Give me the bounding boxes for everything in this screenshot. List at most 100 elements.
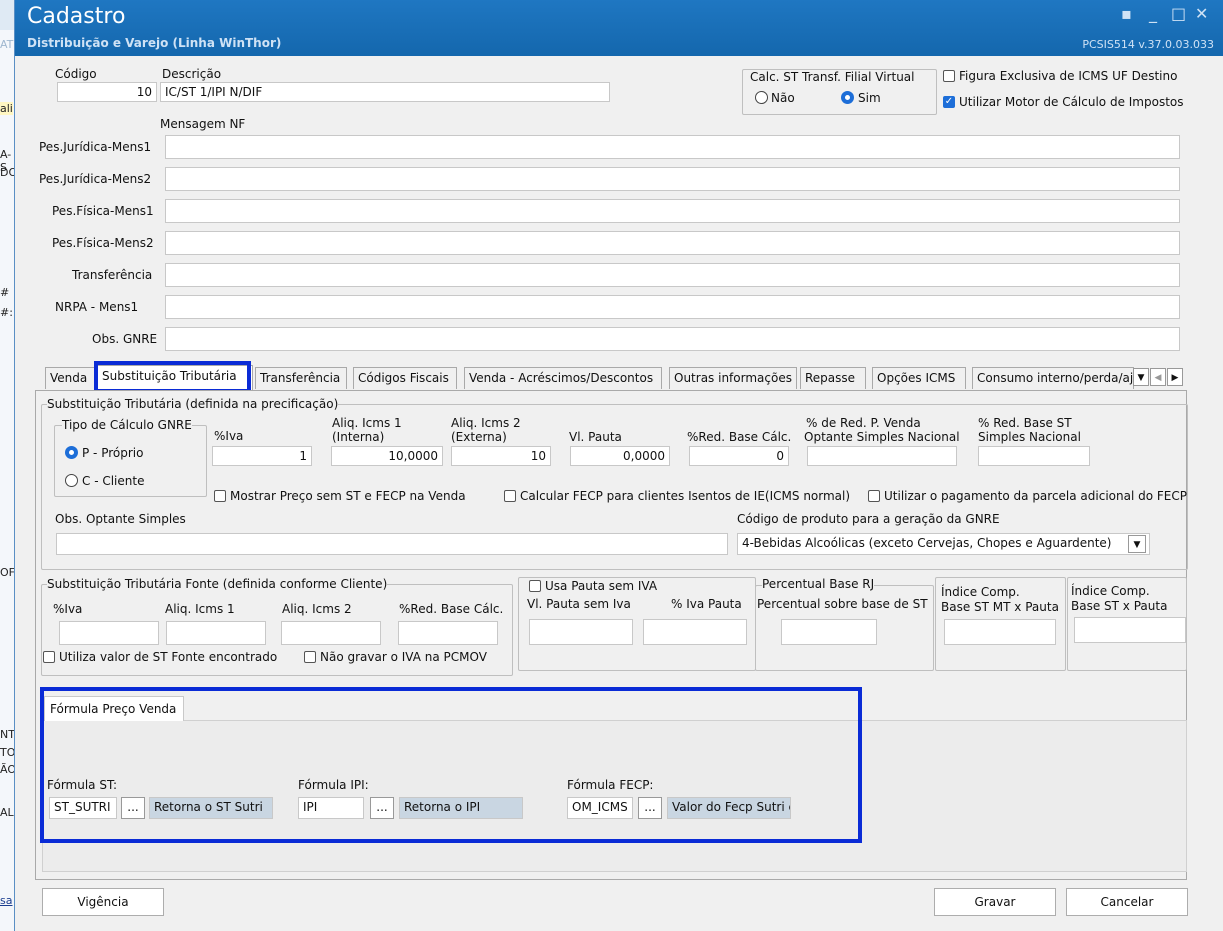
tab-codigos-fiscais[interactable]: Códigos Fiscais [353, 367, 457, 389]
window-subtitle: Distribuição e Varejo (Linha WinThor) [27, 36, 282, 50]
stf-aliq1-input[interactable] [166, 621, 266, 645]
tab-transferencia[interactable]: Transferência [255, 367, 347, 389]
stf-aliq2-input[interactable] [281, 621, 381, 645]
tab-opcoes-icms[interactable]: Opções ICMS [872, 367, 966, 389]
vl-pauta-input[interactable] [529, 619, 633, 645]
aliq1-input[interactable]: 10,0000 [331, 446, 443, 466]
utiliza-valor-checkbox[interactable] [43, 651, 55, 663]
descricao-input[interactable]: IC/ST 1/IPI N/DIF [160, 82, 610, 102]
window-title: Cadastro [27, 4, 126, 29]
bg-text: # [0, 286, 10, 299]
message-label: Pes.Jurídica-Mens2 [39, 172, 152, 186]
usa-pauta-checkbox[interactable] [529, 580, 541, 592]
message-input[interactable] [165, 135, 1180, 159]
indice-mt-sublabel: Base ST MT x Pauta [941, 600, 1059, 614]
stf-redbase-input[interactable] [398, 621, 498, 645]
radio-cliente-label: C - Cliente [82, 474, 145, 488]
cancelar-button[interactable]: Cancelar [1066, 888, 1188, 916]
base-rj-label: Percentual sobre base de ST [757, 597, 928, 611]
calc-st-label: Calc. ST Transf. Filial Virtual [750, 70, 915, 84]
redvenda-input[interactable] [807, 446, 957, 466]
stf-iva-input[interactable] [59, 621, 159, 645]
cadastro-window: Cadastro Distribuição e Varejo (Linha Wi… [14, 0, 1223, 931]
gnre-select[interactable]: 4-Bebidas Alcoólicas (exceto Cervejas, C… [737, 533, 1150, 555]
tab-dropdown-icon[interactable]: ▼ [1133, 368, 1149, 386]
minimize-icon[interactable]: _ [1149, 4, 1157, 23]
motor-label: Utilizar Motor de Cálculo de Impostos [959, 95, 1184, 109]
aliq1-sublabel: (Interna) [332, 430, 385, 444]
calcular-fecp-checkbox[interactable] [504, 490, 516, 502]
aliq1-label: Aliq. Icms 1 [332, 416, 402, 430]
base-rj-input[interactable] [781, 619, 877, 645]
codigo-label: Código [55, 67, 97, 81]
tab-outras-informacoes[interactable]: Outras informações [669, 367, 797, 389]
close-icon[interactable]: ✕ [1195, 4, 1208, 23]
pauta-label: Vl. Pauta [569, 430, 622, 444]
gnre-label: Código de produto para a geração da GNRE [737, 512, 1000, 526]
redbase-input[interactable]: 0 [689, 446, 789, 466]
gravar-button[interactable]: Gravar [934, 888, 1056, 916]
tab-scroll-left-icon[interactable]: ◀ [1150, 368, 1166, 386]
radio-sim[interactable] [841, 91, 854, 104]
utiliza-valor-label: Utiliza valor de ST Fonte encontrado [59, 650, 278, 664]
message-input[interactable] [165, 231, 1180, 255]
chevron-down-icon[interactable]: ▼ [1128, 535, 1146, 553]
obs-optante-input[interactable] [56, 533, 728, 555]
highlight-formula-box [40, 687, 862, 843]
message-label: NRPA - Mens1 [55, 300, 139, 314]
radio-nao-label: Não [771, 91, 795, 105]
message-input[interactable] [165, 327, 1180, 351]
radio-proprio[interactable] [65, 446, 78, 459]
message-label: Obs. GNRE [92, 332, 158, 346]
figura-checkbox[interactable] [943, 70, 955, 82]
parcela-fecp-label: Utilizar o pagamento da parcela adiciona… [884, 489, 1187, 503]
tab-scroll-right-icon[interactable]: ▶ [1167, 368, 1183, 386]
redst-input[interactable] [978, 446, 1090, 466]
message-input[interactable] [165, 199, 1180, 223]
tab-consumo-interno[interactable]: Consumo interno/perda/ajuste [972, 367, 1134, 389]
st-group-title: Substituição Tributária (definida na pre… [47, 397, 339, 411]
title-bar: Cadastro Distribuição e Varejo (Linha Wi… [15, 0, 1223, 56]
tab-venda-acrescimos[interactable]: Venda - Acréscimos/Descontos [464, 367, 662, 389]
motor-checkbox[interactable]: ✓ [943, 96, 955, 108]
aliq2-sublabel: (Externa) [451, 430, 507, 444]
aliq2-input[interactable]: 10 [451, 446, 551, 466]
highlight-st-tab [94, 361, 251, 393]
usa-pauta-label: Usa Pauta sem IVA [545, 579, 658, 593]
pauta-input[interactable]: 0,0000 [570, 446, 670, 466]
nao-gravar-checkbox[interactable] [304, 651, 316, 663]
redvenda-label: % de Red. P. Venda [806, 416, 921, 430]
message-input[interactable] [165, 167, 1180, 191]
iva-label: %Iva [214, 429, 244, 443]
mostrar-preco-checkbox[interactable] [214, 490, 226, 502]
tab-venda[interactable]: Venda [45, 367, 97, 389]
gnre-select-value: 4-Bebidas Alcoólicas (exceto Cervejas, C… [742, 536, 1112, 550]
stf-aliq1-label: Aliq. Icms 1 [165, 602, 235, 616]
restore-icon[interactable]: ▪ [1121, 4, 1132, 23]
maximize-icon[interactable]: □ [1171, 4, 1186, 23]
codigo-input[interactable]: 10 [57, 82, 157, 102]
vigencia-button[interactable]: Vigência [42, 888, 164, 916]
parcela-fecp-checkbox[interactable] [868, 490, 880, 502]
bg-text: AL [0, 806, 14, 819]
message-label: Pes.Física-Mens1 [52, 204, 154, 218]
message-input[interactable] [165, 295, 1180, 319]
iva-input[interactable]: 1 [212, 446, 312, 466]
message-label: Pes.Física-Mens2 [52, 236, 154, 250]
indice-mt-input[interactable] [944, 619, 1056, 645]
vl-pauta-label: Vl. Pauta sem Iva [527, 597, 631, 611]
stf-iva-label: %Iva [53, 602, 83, 616]
iva-pauta-input[interactable] [643, 619, 747, 645]
radio-cliente[interactable] [65, 474, 78, 487]
indice-label: Índice Comp. [1071, 584, 1150, 598]
redbase-label: %Red. Base Cálc. [687, 430, 792, 444]
radio-nao[interactable] [755, 91, 768, 104]
bg-text: NT [0, 728, 15, 741]
indice-input[interactable] [1074, 617, 1186, 643]
mensagem-label: Mensagem NF [160, 117, 246, 131]
bg-text: OF [0, 566, 15, 579]
tab-repasse[interactable]: Repasse [800, 367, 866, 389]
message-input[interactable] [165, 263, 1180, 287]
message-label: Transferência [72, 268, 153, 282]
radio-proprio-label: P - Próprio [82, 446, 144, 460]
